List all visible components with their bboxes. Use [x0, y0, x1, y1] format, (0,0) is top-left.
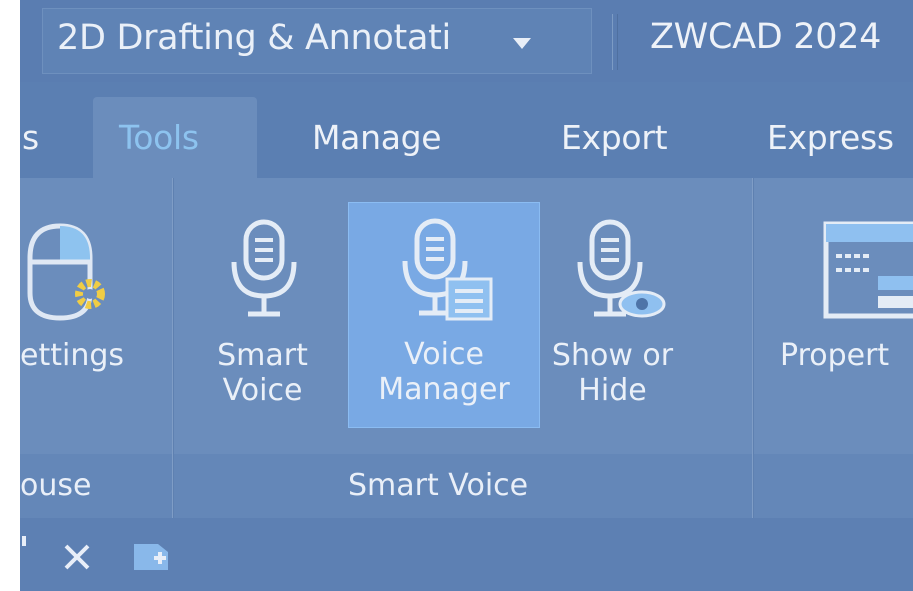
smart-voice-button[interactable]: Smart Voice — [200, 202, 325, 454]
properties-label: Propert — [780, 338, 890, 373]
new-tab-icon[interactable] — [132, 540, 172, 572]
tab-edge-marker — [22, 536, 26, 546]
voice-manager-button[interactable]: Voice Manager — [348, 202, 540, 428]
tab-export[interactable]: Export — [561, 118, 668, 157]
mouse-settings-icon — [27, 223, 105, 321]
workspace-dropdown-label: 2D Drafting & Annotati — [57, 18, 451, 58]
tab-tools-label: Tools — [119, 118, 199, 157]
mouse-settings-label: ettings — [20, 338, 125, 373]
panel-label-smart-voice: Smart Voice — [348, 468, 529, 503]
ribbon-panel: ettings Smart Voice Voice Manager Show o… — [20, 178, 913, 518]
panel-separator — [752, 178, 754, 518]
app-window: 2D Drafting & Annotati ZWCAD 2024 s Tool… — [20, 0, 913, 591]
tab-express[interactable]: Express — [767, 118, 894, 157]
microphone-eye-icon — [577, 219, 666, 318]
tab-tools[interactable]: Tools — [93, 97, 257, 178]
microphone-icon — [231, 219, 297, 317]
show-or-hide-label: Show or Hide — [551, 338, 674, 408]
voice-manager-label: Voice Manager — [378, 337, 510, 407]
close-icon[interactable] — [60, 540, 94, 574]
properties-button[interactable]: Propert — [772, 202, 913, 454]
panel-label-mouse: ouse — [20, 468, 92, 503]
smart-voice-label: Smart Voice — [217, 338, 308, 408]
voice-manager-icon — [402, 218, 493, 321]
properties-icon — [823, 221, 913, 319]
tab-partial[interactable]: s — [22, 118, 39, 157]
show-or-hide-button[interactable]: Show or Hide — [550, 202, 675, 454]
document-tab-strip — [20, 518, 913, 591]
mouse-settings-button[interactable]: ettings — [20, 202, 145, 454]
workspace-dropdown[interactable]: 2D Drafting & Annotati — [42, 8, 592, 74]
tab-manage[interactable]: Manage — [312, 118, 442, 157]
panel-separator — [172, 178, 174, 518]
app-title: ZWCAD 2024 — [650, 17, 882, 57]
title-bar: 2D Drafting & Annotati ZWCAD 2024 — [20, 0, 913, 82]
title-separator — [612, 14, 618, 70]
chevron-down-icon — [513, 38, 531, 49]
ribbon-tab-bar: s Tools Manage Export Express — [20, 82, 913, 178]
